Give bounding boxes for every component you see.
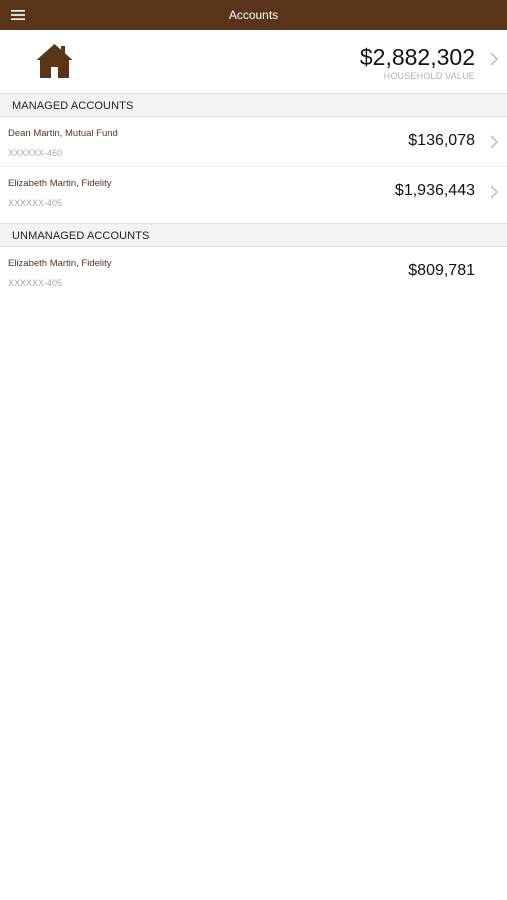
account-name: Elizabeth Martin, Fidelity — [8, 258, 112, 269]
chevron-right-icon — [490, 185, 498, 199]
section-title: MANAGED ACCOUNTS — [12, 100, 134, 112]
account-name: Elizabeth Martin, Fidelity — [8, 178, 112, 189]
navigation-bar: Accounts — [0, 0, 507, 30]
account-row-elizabeth-martin-fidelity-unmanaged: Elizabeth Martin, Fidelity XXXXXX-405 $8… — [0, 247, 507, 297]
house-icon — [36, 44, 73, 78]
account-value: $809,781 — [408, 262, 475, 279]
household-summary-row[interactable]: $2,882,302 HOUSEHOLD VALUE — [0, 30, 507, 92]
account-number: XXXXXX-405 — [8, 278, 63, 288]
account-number: XXXXXX-460 — [8, 148, 63, 158]
accounts-screen: Accounts $2,882,302 HOUSEHOLD VALUE MANA… — [0, 0, 507, 900]
chevron-right-icon — [490, 135, 498, 149]
account-row-elizabeth-martin-fidelity[interactable]: Elizabeth Martin, Fidelity XXXXXX-405 $1… — [0, 167, 507, 217]
managed-accounts-header: MANAGED ACCOUNTS — [0, 93, 507, 117]
account-row-dean-martin-mutual-fund[interactable]: Dean Martin, Mutual Fund XXXXXX-460 $136… — [0, 117, 507, 167]
account-number: XXXXXX-405 — [8, 198, 63, 208]
account-name: Dean Martin, Mutual Fund — [8, 128, 118, 139]
section-title: UNMANAGED ACCOUNTS — [12, 230, 150, 242]
account-value: $1,936,443 — [394, 182, 475, 199]
household-value-label: HOUSEHOLD VALUE — [383, 71, 475, 81]
account-value: $136,078 — [408, 132, 475, 149]
chevron-right-icon — [490, 52, 498, 66]
page-title: Accounts — [228, 8, 279, 22]
household-value: $2,882,302 — [359, 44, 475, 70]
unmanaged-accounts-header: UNMANAGED ACCOUNTS — [0, 223, 507, 247]
